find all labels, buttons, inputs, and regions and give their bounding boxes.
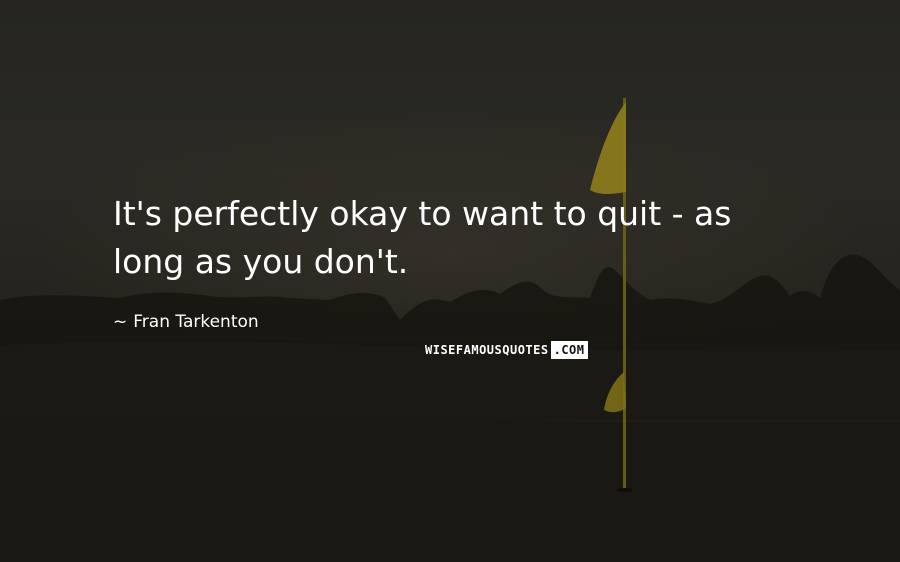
watermark-tld: .COM [550, 341, 588, 359]
fairway [0, 416, 900, 562]
quote-text: It's perfectly okay to want to quit - as… [113, 194, 732, 281]
watermark-main: WISEFAMOUSQUOTES [425, 343, 549, 357]
hole [617, 488, 633, 492]
site-watermark: WISEFAMOUSQUOTES .COM [421, 341, 588, 359]
author-name: Fran Tarkenton [133, 312, 259, 332]
author-prefix: ~ [113, 312, 128, 332]
quote-image: It's perfectly okay to want to quit - as… [0, 0, 900, 562]
quote-author: ~ Fran Tarkenton [113, 311, 259, 333]
flag [590, 102, 626, 194]
